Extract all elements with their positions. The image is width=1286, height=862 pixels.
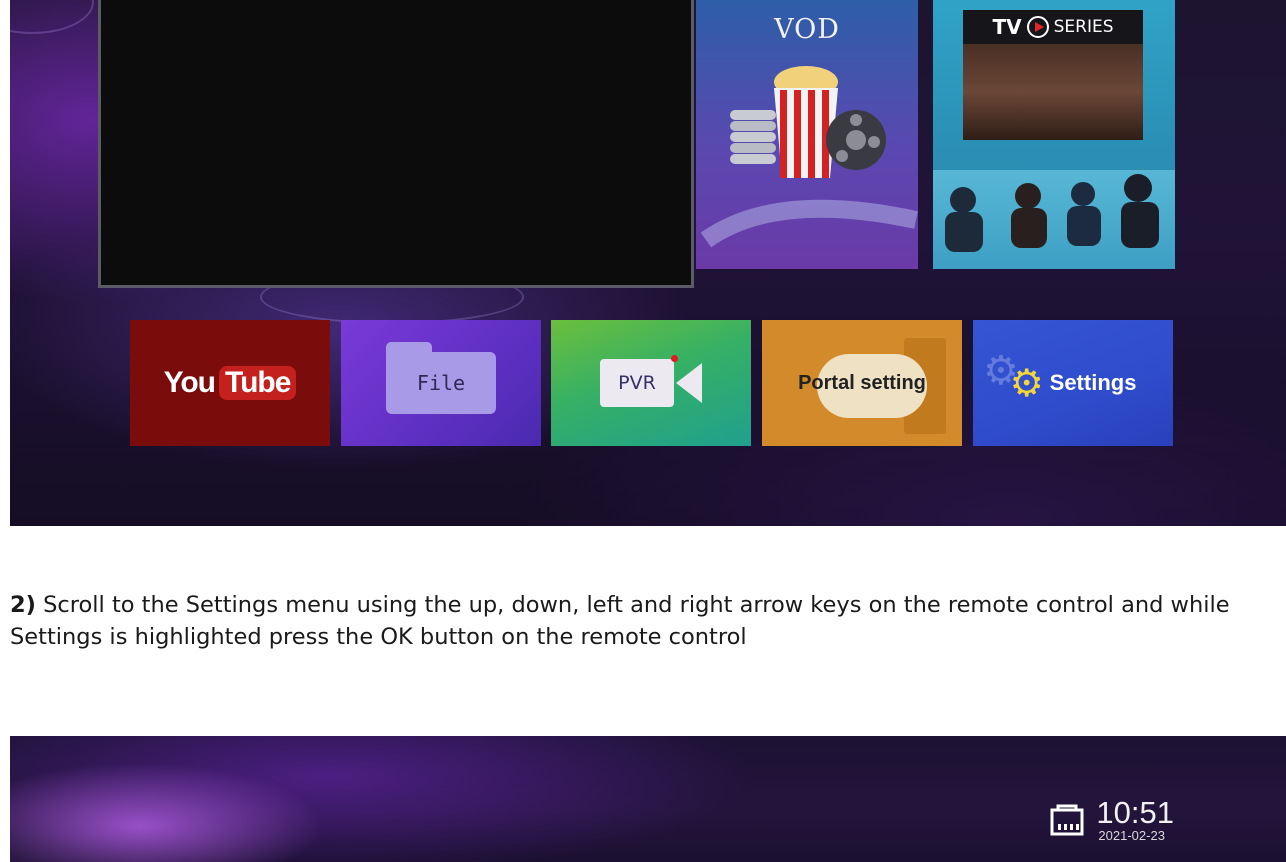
tile-settings[interactable]: ⚙ ⚙ Settings — [973, 320, 1173, 446]
record-dot-icon — [671, 355, 678, 362]
clock: 10:51 2021-02-23 — [1096, 795, 1174, 843]
popcorn-icon — [700, 66, 918, 248]
portal-label: Portal setting — [798, 371, 926, 394]
tv-home-screen-bottom: 10:51 2021-02-23 — [10, 736, 1286, 862]
camera-icon: PVR — [600, 355, 702, 407]
clock-time: 10:51 — [1096, 795, 1174, 830]
tile-portal-setting[interactable]: Portal setting — [762, 320, 962, 446]
gear-background-icon: ⚙ — [983, 348, 1019, 394]
play-icon — [1026, 16, 1049, 38]
tv-home-screen-top: VOD TV SERIES You Tube File PVR Portal s… — [10, 0, 1286, 526]
ethernet-icon — [1050, 804, 1084, 835]
audience-icon — [945, 174, 1159, 252]
tile-youtube[interactable]: You Tube — [130, 320, 330, 446]
series-audience-image — [933, 170, 1175, 269]
series-brand-series: SERIES — [1053, 17, 1114, 37]
tile-tv-series[interactable]: TV SERIES — [933, 0, 1175, 269]
step-text: Scroll to the Settings menu using the up… — [10, 592, 1230, 650]
series-brand-tv: TV — [992, 15, 1022, 39]
series-banner: TV SERIES — [963, 10, 1143, 44]
clock-date: 2021-02-23 — [1098, 828, 1165, 843]
instruction-paragraph: 2) Scroll to the Settings menu using the… — [10, 589, 1250, 653]
pvr-label: PVR — [618, 372, 656, 394]
step-number: 2) — [10, 592, 36, 618]
youtube-label-you: You — [163, 366, 216, 399]
background-wisp — [10, 0, 94, 34]
tile-vod[interactable]: VOD — [696, 0, 918, 269]
tile-file[interactable]: File — [341, 320, 541, 446]
live-preview-window[interactable] — [98, 0, 694, 288]
folder-icon: File — [386, 342, 496, 414]
file-label: File — [416, 371, 466, 395]
youtube-label-tube: Tube — [219, 366, 297, 400]
settings-label: Settings — [1049, 370, 1137, 395]
series-still-image — [963, 44, 1143, 140]
status-bar: 10:51 2021-02-23 — [1048, 795, 1174, 843]
tile-pvr[interactable]: PVR — [551, 320, 751, 446]
